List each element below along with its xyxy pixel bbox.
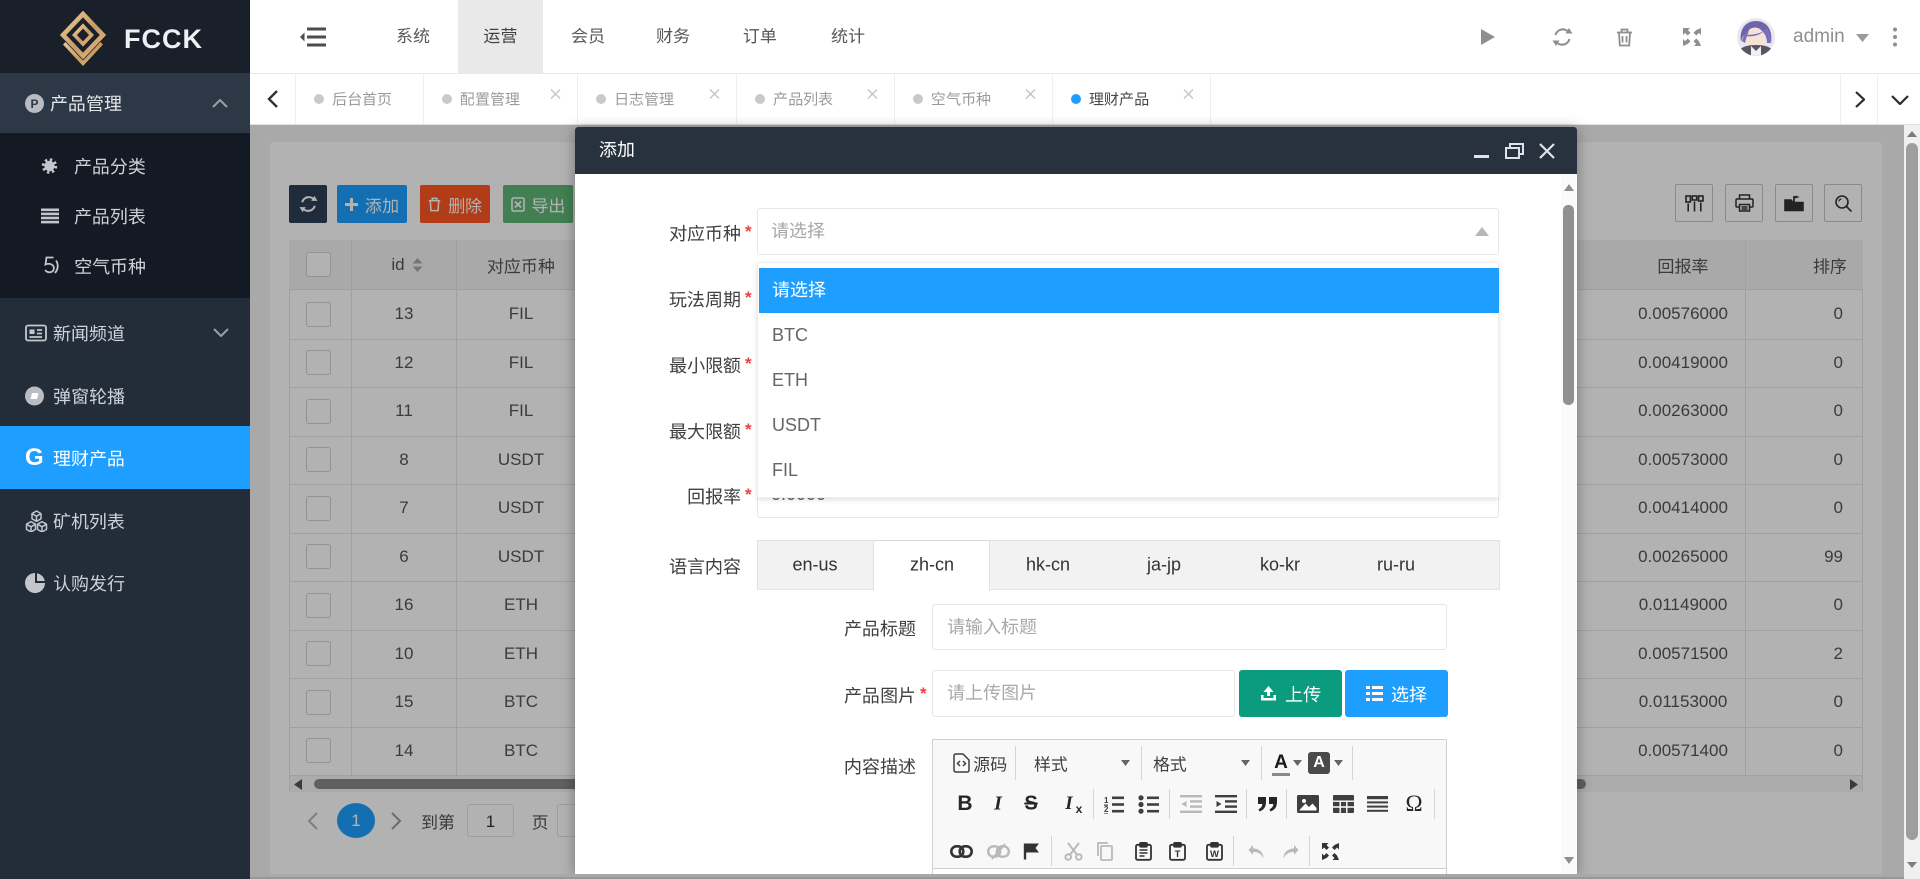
svg-text:P: P	[30, 97, 38, 111]
svg-text:1: 1	[1104, 796, 1109, 805]
svg-text:2: 2	[1104, 805, 1109, 814]
svg-text:T: T	[1175, 849, 1181, 860]
svg-text:W: W	[1210, 849, 1219, 860]
